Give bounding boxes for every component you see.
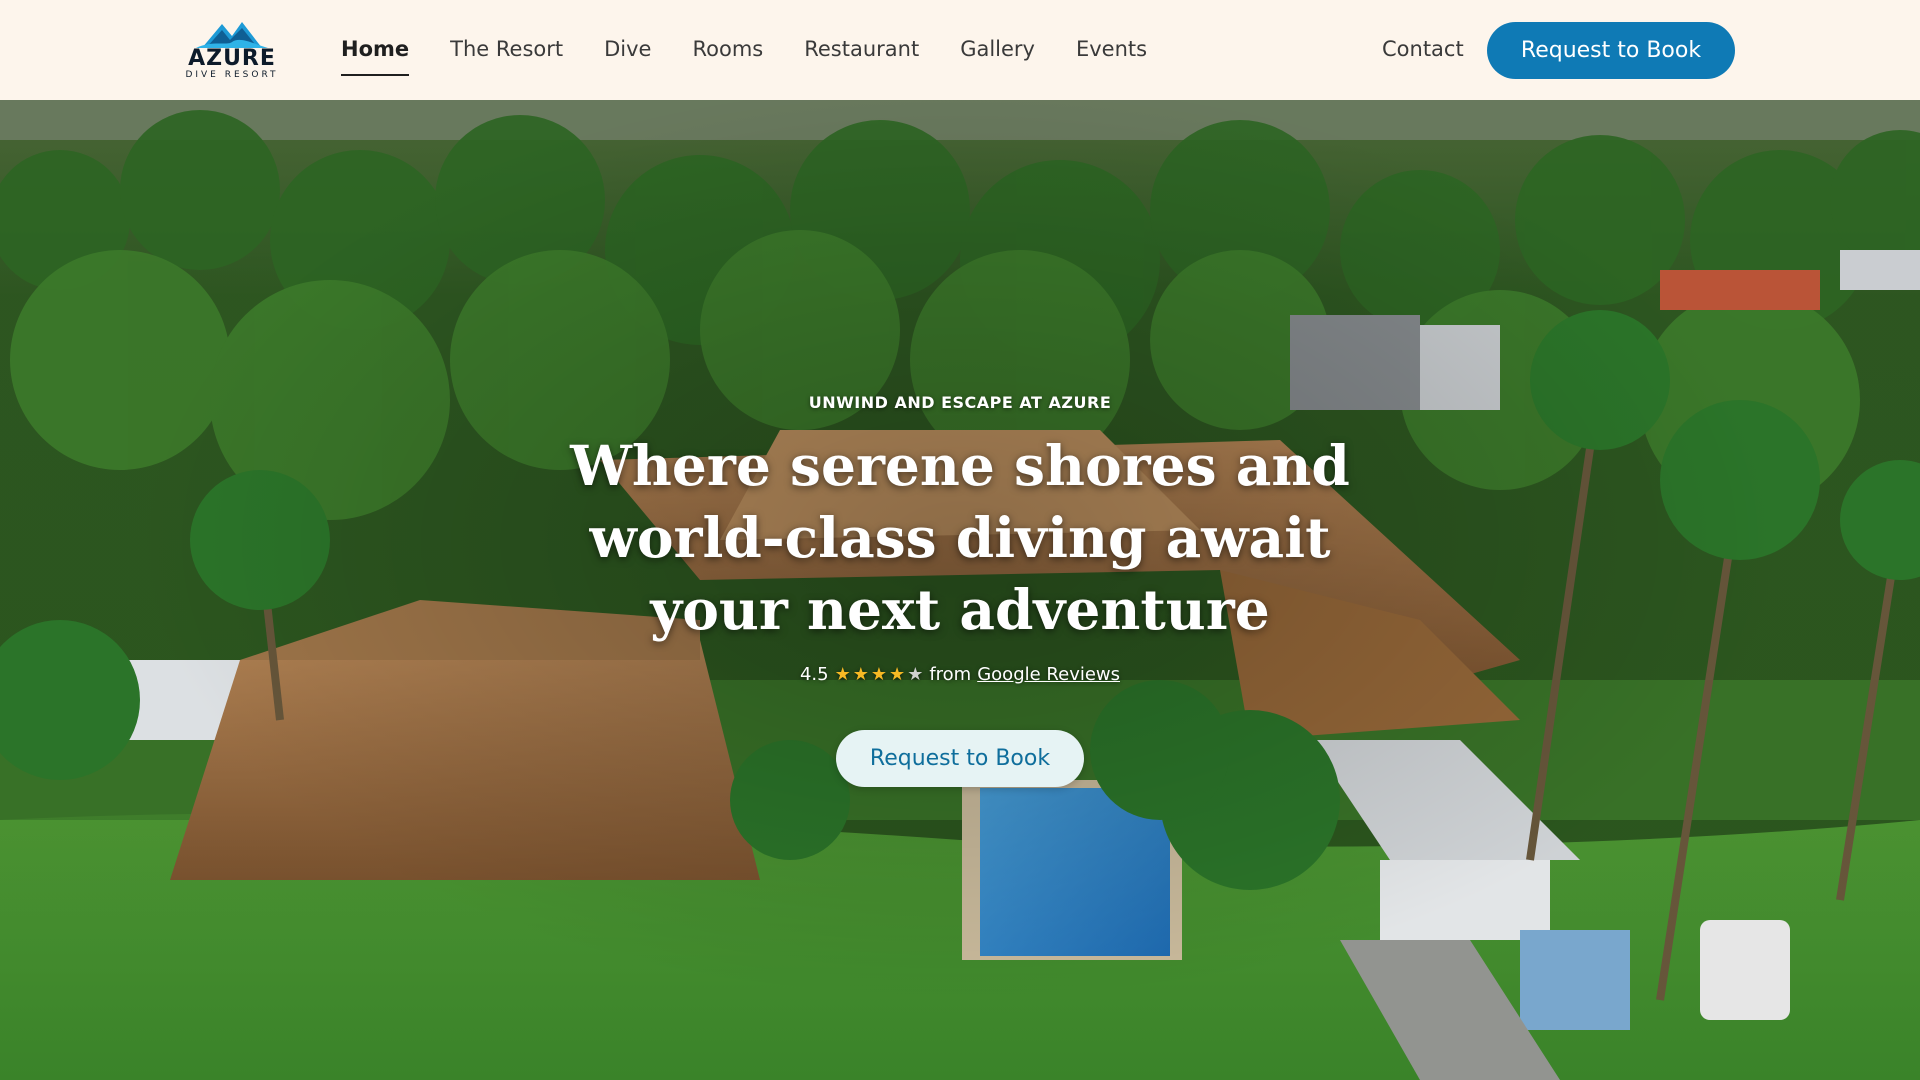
request-to-book-hero-button[interactable]: Request to Book [836,730,1084,787]
hero-headline-line-3: your next adventure [650,577,1270,642]
nav-item-dive[interactable]: Dive [604,34,651,64]
star-icon: ★ [834,664,851,685]
hero-headline-line-2: world-class diving await [589,505,1331,570]
rating-from-text: from [929,664,972,685]
star-icon: ★ [852,664,869,685]
contact-link[interactable]: Contact [1382,34,1464,64]
hero-eyebrow: UNWIND AND ESCAPE AT AZURE [808,393,1112,412]
nav-item-home[interactable]: Home [341,34,410,76]
brand-logo[interactable]: AZURE DIVE RESORT [182,18,282,82]
nav-item-events[interactable]: Events [1076,34,1147,64]
site-header: AZURE DIVE RESORT Home The Resort Dive R… [0,0,1920,100]
rating-score: 4.5 [799,664,829,685]
star-rating: ★ ★ ★ ★ ★ [835,664,924,685]
nav-item-rooms[interactable]: Rooms [692,34,763,64]
hero-section: UNWIND AND ESCAPE AT AZURE Where serene … [0,100,1920,1080]
rating-summary: 4.5 ★ ★ ★ ★ ★ from Google Reviews [0,664,1920,685]
nav-item-the-resort[interactable]: The Resort [450,34,563,64]
google-reviews-link[interactable]: Google Reviews [977,664,1120,685]
brand-tagline: DIVE RESORT [185,70,279,80]
hero-headline-line-1: Where serene shores and [570,433,1350,498]
main-nav: Home The Resort Dive Rooms Restaurant Ga… [341,34,1147,76]
hero-headline: Where serene shores and world-class divi… [560,430,1360,646]
star-icon: ★ [907,664,924,685]
request-to-book-header-button[interactable]: Request to Book [1487,22,1735,79]
brand-name: AZURE [188,46,276,71]
star-icon: ★ [889,664,906,685]
star-icon: ★ [870,664,888,685]
nav-item-gallery[interactable]: Gallery [960,34,1035,64]
nav-item-restaurant[interactable]: Restaurant [804,34,919,64]
